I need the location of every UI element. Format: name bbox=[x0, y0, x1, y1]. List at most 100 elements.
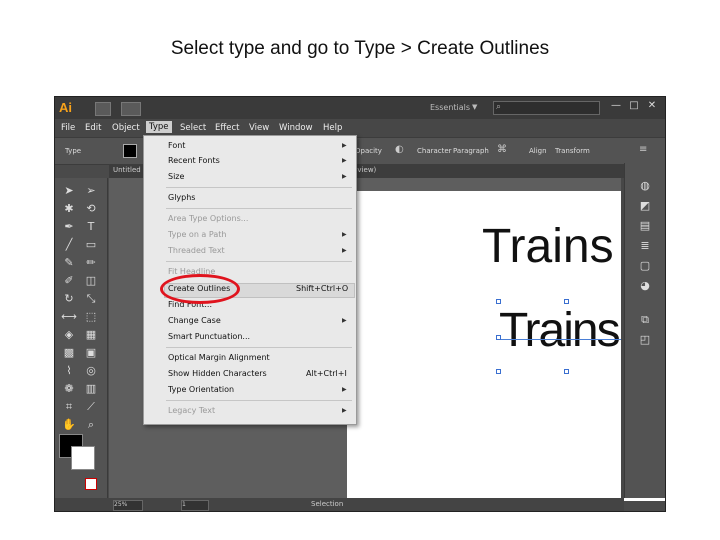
direct-selection-tool-icon[interactable]: ➢ bbox=[83, 184, 99, 198]
menu-item-change-case[interactable]: Change Case bbox=[168, 316, 221, 325]
line-tool-icon[interactable]: ╱ bbox=[61, 238, 77, 252]
control-bar-mode-label: Type bbox=[65, 147, 82, 155]
menu-item-show-hidden-characters[interactable]: Show Hidden Characters bbox=[168, 369, 267, 378]
magic-wand-icon[interactable]: ✱ bbox=[61, 202, 77, 216]
width-tool-icon[interactable]: ⟷ bbox=[61, 310, 77, 324]
selection-handle[interactable] bbox=[564, 369, 569, 374]
lasso-icon[interactable]: ⟲ bbox=[83, 202, 99, 216]
menu-item-recent-fonts[interactable]: Recent Fonts bbox=[168, 156, 220, 165]
free-transform-icon[interactable]: ⬚ bbox=[83, 310, 99, 324]
tools-panel: ➤ ➢ ✱ ⟲ ✒ T ╱ ▭ ✎ ✏ ✐ ◫ ↻ ⤡ ⟷ ⬚ ◈ ▦ ▩ ▣ … bbox=[55, 178, 108, 498]
selection-handle[interactable] bbox=[496, 299, 501, 304]
menu-item-legacy-text: Legacy Text bbox=[168, 406, 216, 415]
blob-brush-icon[interactable]: ✐ bbox=[61, 274, 77, 288]
maximize-button[interactable]: □ bbox=[627, 100, 641, 112]
menu-type[interactable]: Type bbox=[146, 121, 172, 133]
submenu-arrow-icon: ▶ bbox=[342, 317, 347, 324]
warp-icon[interactable]: ⌘ bbox=[497, 144, 509, 156]
selection-handle[interactable] bbox=[496, 369, 501, 374]
menu-view[interactable]: View bbox=[249, 123, 269, 133]
menu-item-type-on-a-path: Type on a Path bbox=[168, 230, 227, 239]
arrange-documents-button[interactable] bbox=[121, 102, 141, 116]
perspective-grid-icon[interactable]: ▦ bbox=[83, 328, 99, 342]
paintbrush-icon[interactable]: ✎ bbox=[61, 256, 77, 270]
rectangle-tool-icon[interactable]: ▭ bbox=[83, 238, 99, 252]
annotation-circle bbox=[160, 274, 240, 304]
eraser-icon[interactable]: ◫ bbox=[83, 274, 99, 288]
type-tool-icon[interactable]: T bbox=[83, 220, 99, 234]
menu-window[interactable]: Window bbox=[279, 123, 313, 133]
zoom-field[interactable]: 25% bbox=[113, 500, 143, 511]
symbol-sprayer-icon[interactable]: ❁ bbox=[61, 382, 77, 396]
submenu-arrow-icon: ▶ bbox=[342, 407, 347, 414]
graphic-styles-icon[interactable]: ◕ bbox=[637, 279, 653, 293]
selection-tool-icon[interactable]: ➤ bbox=[61, 184, 77, 198]
menu-help[interactable]: Help bbox=[323, 123, 342, 133]
menu-separator bbox=[166, 187, 352, 188]
menu-object[interactable]: Object bbox=[112, 123, 140, 133]
selection-handle[interactable] bbox=[564, 299, 569, 304]
symbols-icon[interactable]: ▢ bbox=[637, 259, 653, 273]
document-tab[interactable]: Untitled bbox=[113, 166, 141, 174]
outlined-text[interactable]: Trains bbox=[499, 303, 621, 358]
illustrator-screenshot: Ai Essentials ▼ ⌕ — □ ✕ File Edit Object… bbox=[54, 96, 666, 512]
recolor-icon[interactable]: ◐ bbox=[395, 144, 407, 156]
graph-tool-icon[interactable]: ▥ bbox=[83, 382, 99, 396]
slide-title: Select type and go to Type > Create Outl… bbox=[170, 38, 550, 59]
live-text[interactable]: Trains bbox=[482, 219, 614, 274]
gradient-tool-icon[interactable]: ▣ bbox=[83, 346, 99, 360]
color-panel-icon[interactable]: ◍ bbox=[637, 179, 653, 193]
layers-icon[interactable]: ⧉ bbox=[637, 313, 653, 327]
bridge-button[interactable] bbox=[95, 102, 111, 116]
workspace-switcher[interactable]: Essentials bbox=[430, 103, 470, 112]
selection-handle[interactable] bbox=[496, 335, 501, 340]
rotate-tool-icon[interactable]: ↻ bbox=[61, 292, 77, 306]
menu-item-glyphs[interactable]: Glyphs bbox=[168, 193, 195, 202]
submenu-arrow-icon: ▶ bbox=[342, 173, 347, 180]
character-link[interactable]: Character bbox=[417, 147, 452, 155]
slice-tool-icon[interactable]: ⟋ bbox=[83, 400, 99, 414]
zoom-tool-icon[interactable]: ⌕ bbox=[83, 418, 99, 432]
status-tool-label[interactable]: Selection bbox=[311, 500, 343, 508]
fill-color-swatch[interactable] bbox=[123, 144, 137, 158]
color-guide-icon[interactable]: ◩ bbox=[637, 199, 653, 213]
artboard-tool-icon[interactable]: ⌗ bbox=[61, 400, 77, 414]
show-hidden-characters-shortcut: Alt+Ctrl+I bbox=[306, 369, 347, 378]
minimize-button[interactable]: — bbox=[609, 100, 623, 112]
submenu-arrow-icon: ▶ bbox=[342, 157, 347, 164]
align-link[interactable]: Align bbox=[529, 147, 547, 155]
opacity-link[interactable]: Opacity bbox=[355, 147, 382, 155]
menu-item-type-orientation[interactable]: Type Orientation bbox=[168, 385, 234, 394]
submenu-arrow-icon: ▶ bbox=[342, 247, 347, 254]
scale-tool-icon[interactable]: ⤡ bbox=[83, 292, 99, 306]
search-input[interactable]: ⌕ bbox=[493, 101, 600, 115]
blend-tool-icon[interactable]: ◎ bbox=[83, 364, 99, 378]
shape-builder-icon[interactable]: ◈ bbox=[61, 328, 77, 342]
menu-item-size[interactable]: Size bbox=[168, 172, 184, 181]
eyedropper-icon[interactable]: ⌇ bbox=[61, 364, 77, 378]
pencil-icon[interactable]: ✏ bbox=[83, 256, 99, 270]
menu-effect[interactable]: Effect bbox=[215, 123, 239, 133]
swatches-icon[interactable]: ▤ bbox=[637, 219, 653, 233]
none-swatch[interactable] bbox=[85, 478, 97, 490]
menu-item-smart-punctuation[interactable]: Smart Punctuation... bbox=[168, 332, 250, 341]
menu-edit[interactable]: Edit bbox=[85, 123, 101, 133]
menu-item-optical-margin-alignment[interactable]: Optical Margin Alignment bbox=[168, 353, 270, 362]
hand-tool-icon[interactable]: ✋ bbox=[61, 418, 77, 432]
menu-separator bbox=[166, 261, 352, 262]
menu-file[interactable]: File bbox=[61, 123, 75, 133]
pen-tool-icon[interactable]: ✒ bbox=[61, 220, 77, 234]
stroke-swatch[interactable] bbox=[71, 446, 95, 470]
paragraph-link[interactable]: Paragraph bbox=[453, 147, 489, 155]
artboard-number-field[interactable]: 1 bbox=[181, 500, 209, 511]
brushes-icon[interactable]: ≣ bbox=[637, 239, 653, 253]
menu-select[interactable]: Select bbox=[180, 123, 206, 133]
transform-link[interactable]: Transform bbox=[555, 147, 590, 155]
panel-menu-icon[interactable]: ≡ bbox=[639, 144, 651, 156]
title-bar: Ai Essentials ▼ ⌕ — □ ✕ bbox=[55, 97, 665, 119]
mesh-tool-icon[interactable]: ▩ bbox=[61, 346, 77, 360]
artboards-icon[interactable]: ◰ bbox=[637, 333, 653, 347]
artboard[interactable]: Trains Trains bbox=[347, 191, 665, 501]
close-button[interactable]: ✕ bbox=[645, 100, 659, 112]
menu-item-font[interactable]: Font bbox=[168, 141, 185, 150]
